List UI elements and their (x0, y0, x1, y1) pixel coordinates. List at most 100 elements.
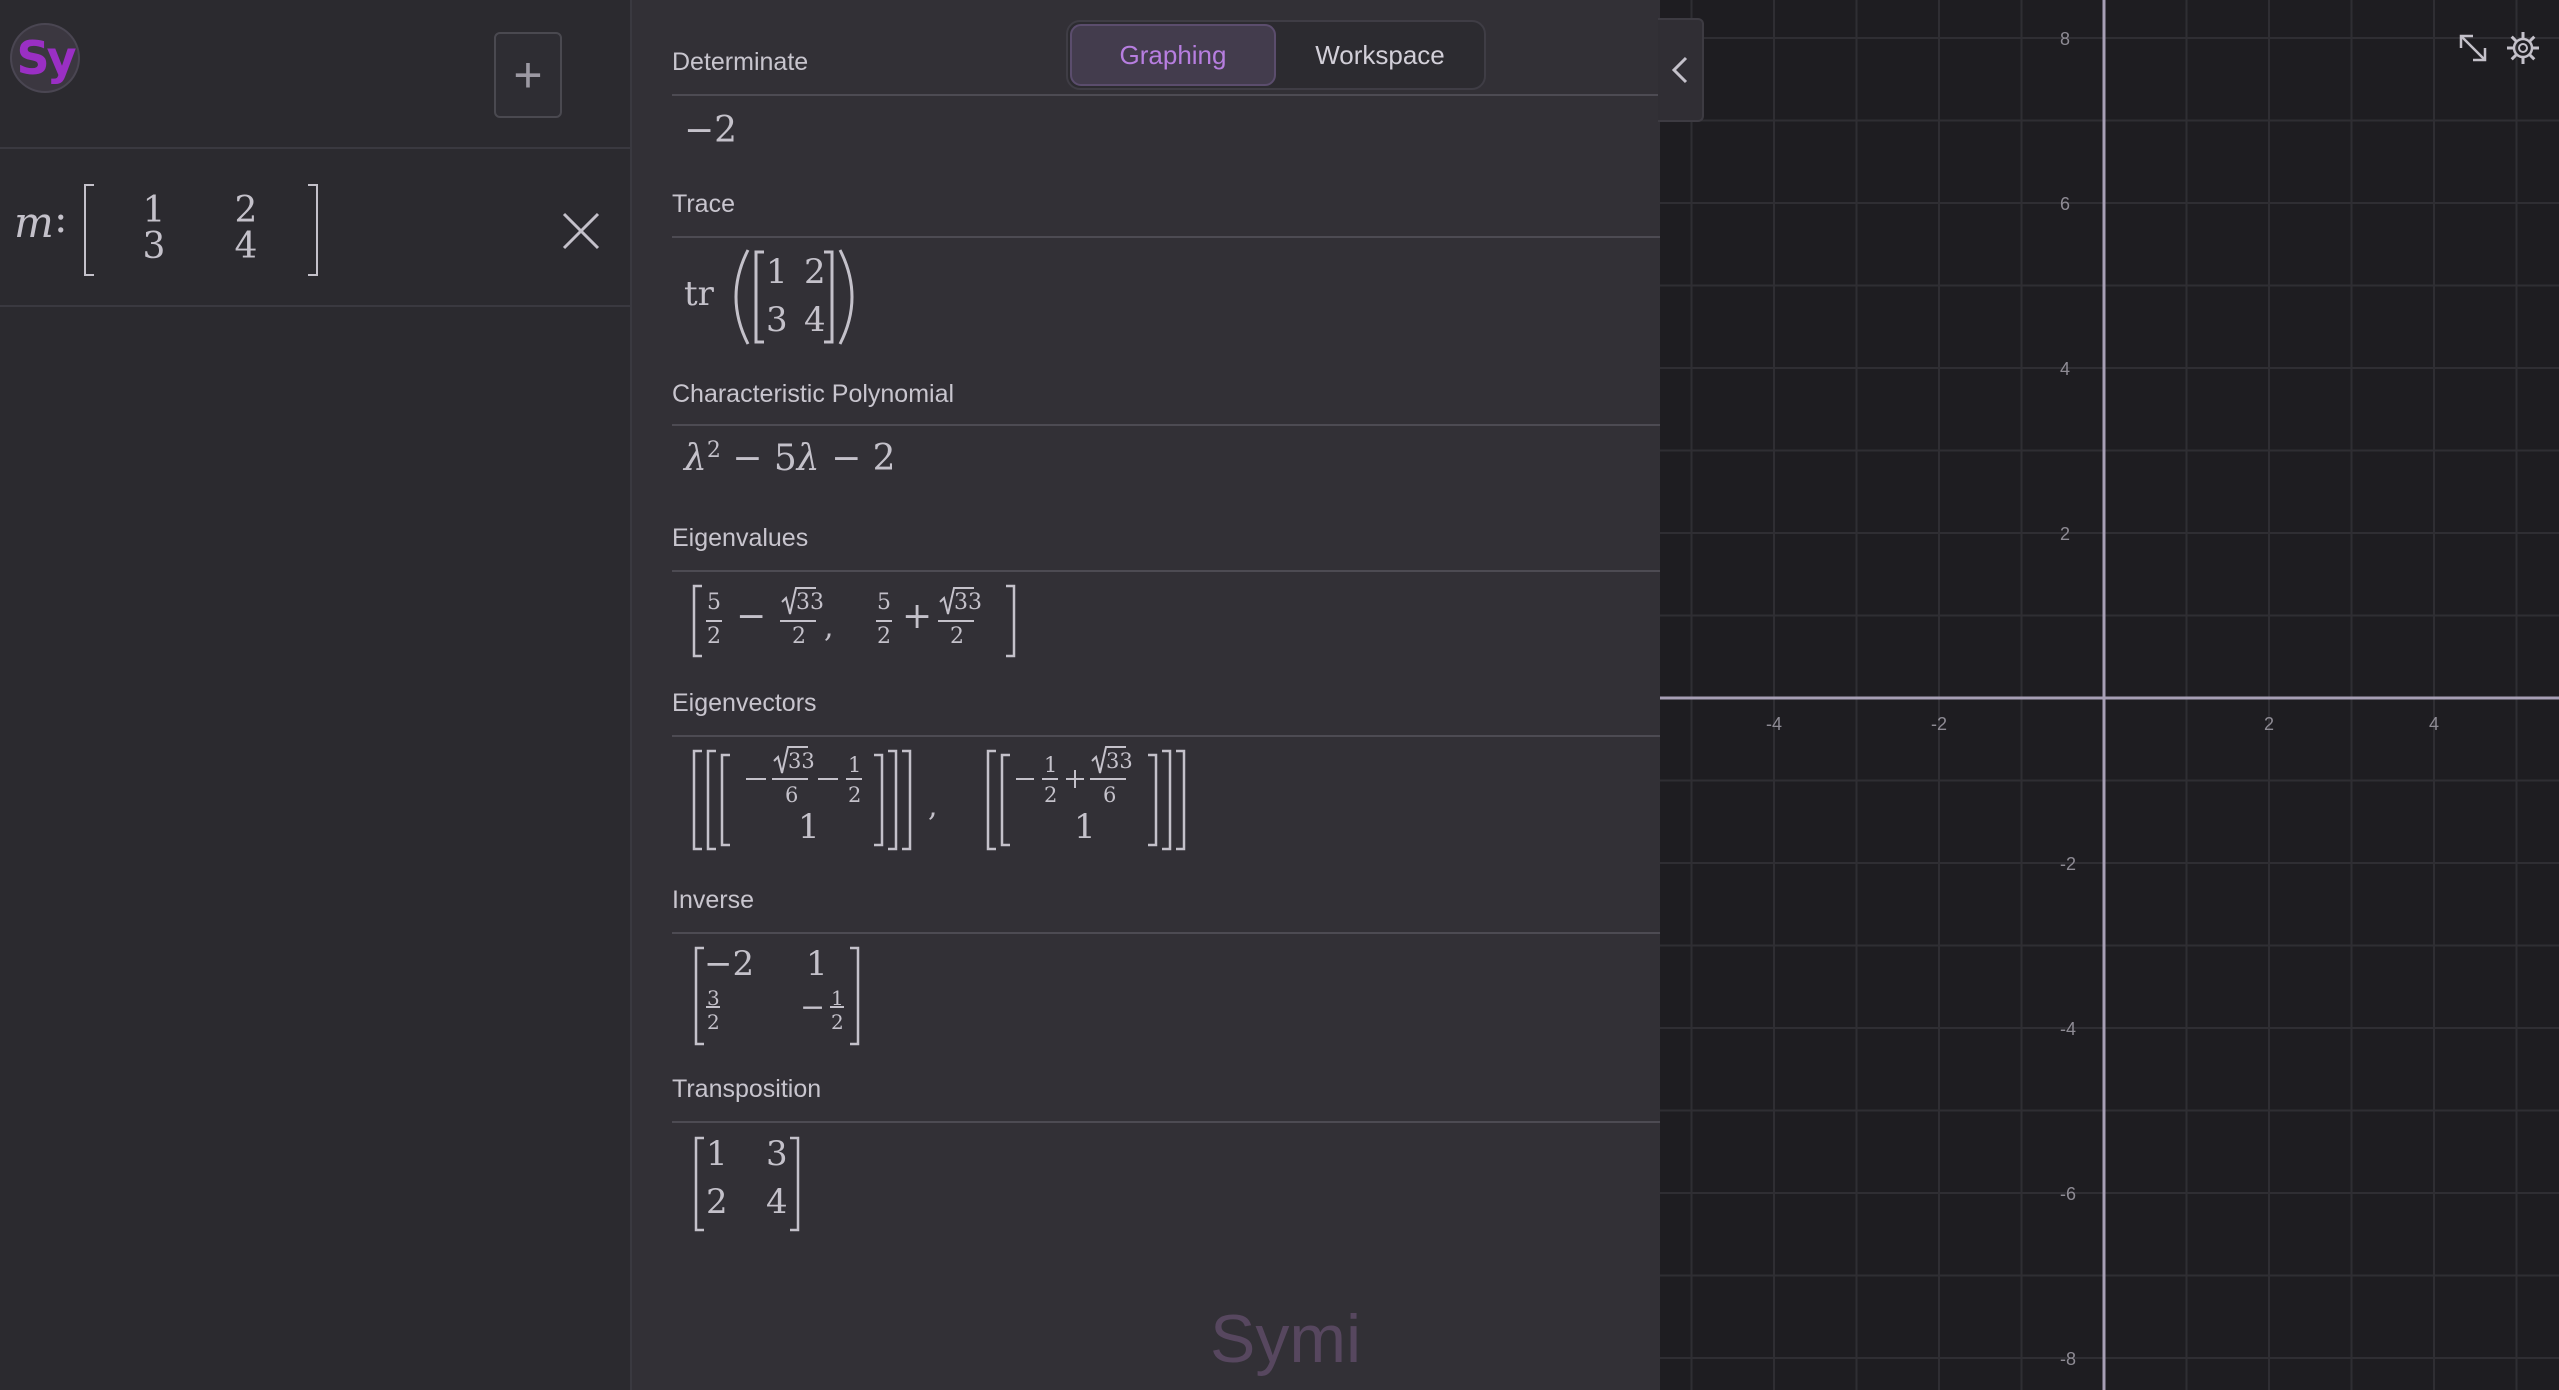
trace-value: tr 1 2 3 4 (684, 244, 944, 350)
gear-icon[interactable] (2503, 28, 2543, 68)
divider (672, 236, 1660, 238)
exponent: 2 (706, 438, 721, 463)
app-watermark: Symi (1210, 1301, 1362, 1377)
y-tick-label: -8 (2060, 1349, 2076, 1369)
numerator: 1 (848, 753, 862, 777)
logo-text: Sy (16, 31, 76, 85)
denominator: 2 (1044, 783, 1058, 807)
radicand: 33 (1106, 749, 1133, 773)
matrix-expression-entry[interactable]: m : 1 2 3 4 (14, 180, 344, 280)
denominator: 6 (785, 783, 799, 807)
delete-expression-button[interactable] (556, 206, 606, 256)
lambda: λ (796, 438, 820, 479)
divider (0, 305, 630, 307)
divider (672, 1121, 1660, 1123)
char-poly-label: Characteristic Polynomial (672, 380, 955, 408)
mode-tabs: Graphing Workspace (1066, 20, 1486, 90)
chevron-left-icon (1671, 56, 1688, 84)
y-tick-label: -2 (2060, 854, 2076, 874)
determinant-label: Determinate (672, 48, 809, 76)
close-icon (562, 212, 600, 250)
expression-sidebar: Sy + m : 1 2 3 4 (0, 0, 632, 1390)
tab-workspace[interactable]: Workspace (1278, 24, 1482, 86)
x-tick-label: -2 (1931, 714, 1947, 734)
matrix-cell[interactable]: 1 (134, 190, 174, 231)
graph-grid[interactable]: -4 -2 2 4 8 6 4 2 -2 -4 -6 -8 (1660, 0, 2559, 1390)
operator: − (800, 990, 826, 1025)
radicand: 33 (788, 749, 815, 773)
expand-icon-glyph (2459, 34, 2487, 62)
results-panel: Graphing Workspace Determinate −2 Trace … (632, 0, 1660, 1390)
eigenvectors-label: Eigenvectors (672, 689, 817, 717)
radicand: 33 (954, 590, 982, 615)
eigenvectors-value: 33 6 1 2 1 , 1 2 33 6 1 (690, 745, 1290, 855)
matrix-cell: 2 (706, 1182, 728, 1222)
matrix-cell: 2 (804, 252, 826, 292)
tab-graphing[interactable]: Graphing (1070, 24, 1276, 86)
numerator: 1 (1044, 753, 1058, 777)
gear-icon-glyph (2507, 32, 2539, 64)
x-tick-label: 2 (2264, 714, 2274, 734)
denominator: 2 (792, 624, 806, 649)
denominator: 2 (707, 1010, 720, 1034)
term: − 5 (732, 438, 797, 479)
x-tick-label: 4 (2429, 714, 2439, 734)
app-logo[interactable]: Sy (12, 25, 78, 91)
denominator: 2 (831, 1010, 844, 1034)
divider (672, 932, 1660, 934)
denominator: 2 (877, 624, 891, 649)
radicand: 33 (796, 590, 824, 615)
numerator: 5 (707, 590, 721, 615)
separator: , (928, 789, 938, 824)
x-tick-label: -4 (1766, 714, 1782, 734)
matrix-cell[interactable]: 3 (134, 226, 174, 267)
inverse-label: Inverse (672, 886, 754, 914)
variable-colon: : (54, 196, 68, 242)
collapse-panel-button[interactable] (1658, 18, 1704, 122)
matrix-left-bracket (84, 184, 94, 276)
matrix-cell: 1 (706, 1134, 728, 1174)
divider (0, 147, 630, 149)
operator: + (902, 596, 933, 637)
matrix-cell: 3 (766, 1134, 788, 1174)
tab-label: Graphing (1119, 39, 1227, 70)
matrix-cell: 4 (766, 1182, 788, 1222)
matrix-cell[interactable]: 4 (226, 226, 266, 267)
y-tick-label: -4 (2060, 1019, 2076, 1039)
numerator: 5 (877, 590, 891, 615)
vector-entry: 1 (798, 807, 820, 847)
eigenvalues-value: 5 2 − 33 2 , 5 2 + 33 2 (690, 580, 1050, 660)
numerator: 3 (707, 986, 720, 1010)
matrix-cell[interactable]: 2 (226, 190, 266, 231)
denominator: 2 (707, 624, 721, 649)
matrix-cell: 3 (766, 300, 788, 340)
matrix-cell: 1 (766, 252, 788, 292)
transposition-label: Transposition (672, 1075, 822, 1103)
divider (672, 424, 1660, 426)
separator: , (824, 610, 834, 645)
matrix-right-bracket (308, 184, 318, 276)
numerator: 1 (831, 986, 844, 1010)
add-expression-button[interactable]: + (494, 32, 562, 118)
y-tick-label: 8 (2060, 29, 2070, 49)
char-poly-value: λ2 − 5λ − 2 (684, 438, 896, 479)
eigenvalues-label: Eigenvalues (672, 524, 809, 552)
lambda: λ (684, 438, 707, 479)
determinant-value: −2 (684, 110, 738, 151)
eigenvectors-drawing (692, 746, 1186, 851)
denominator: 6 (1103, 783, 1117, 807)
denominator: 2 (950, 624, 964, 649)
tab-label: Workspace (1315, 39, 1445, 70)
trace-label: Trace (672, 190, 735, 218)
vector-entry: 1 (1074, 807, 1096, 847)
divider (672, 735, 1660, 737)
transposition-value: 1 3 2 4 (690, 1134, 830, 1234)
term: − 2 (831, 438, 896, 479)
denominator: 2 (848, 783, 862, 807)
operator: − (736, 596, 767, 637)
matrix-cell: 4 (804, 300, 826, 340)
graph-canvas[interactable]: -4 -2 2 4 8 6 4 2 -2 -4 -6 -8 (1660, 0, 2559, 1390)
matrix-cell: 1 (806, 944, 828, 984)
expand-icon[interactable] (2453, 28, 2493, 68)
y-tick-label: 6 (2060, 194, 2070, 214)
